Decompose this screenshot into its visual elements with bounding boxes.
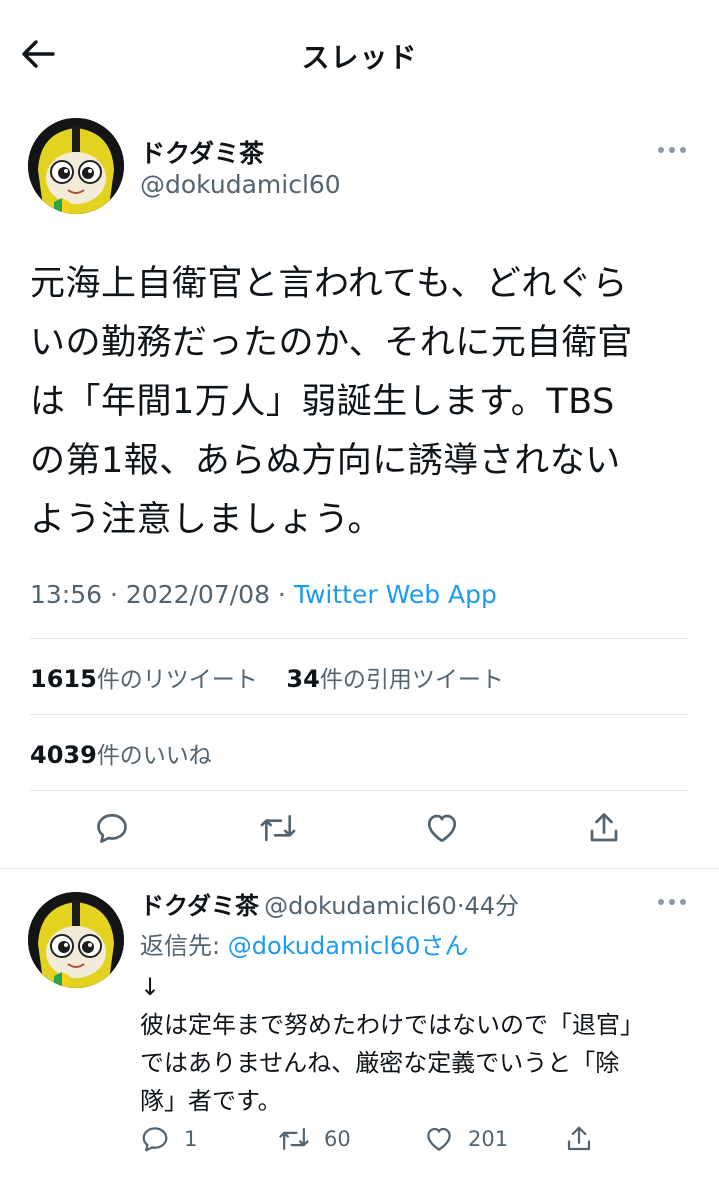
more-dots-icon [658,147,686,153]
retweet-button[interactable] [250,800,306,856]
reply-more-options-button[interactable] [652,890,692,914]
share-icon [567,1126,591,1151]
reply-to-line: 返信先: @dokudamicl60さん [140,932,469,960]
reply-header: ドクダミ茶 @dokudamicl60·44分 [140,892,520,920]
author-name[interactable]: ドクダミ茶 [140,134,264,170]
tweet-text: 元海上自衛官と言われても、どれぐら いの勤務だったのか、それに元自衛官 は「年間… [30,264,633,540]
reply-share-button[interactable] [564,1124,594,1154]
divider [30,714,688,715]
avatar-image [28,892,124,988]
more-dots-icon [658,899,686,905]
heart-icon [427,1127,451,1151]
tweet-source-link[interactable]: Twitter Web App [294,580,497,609]
reply-count: 1 [184,1127,198,1151]
reply-like-button[interactable]: 201 [424,1124,508,1154]
divider [30,790,688,791]
heart-icon [427,814,457,843]
reply-time[interactable]: 44分 [464,892,519,920]
author-handle[interactable]: @dokudamicl60 [140,170,341,199]
retweet-icon [279,1128,309,1150]
comment-icon [97,813,127,843]
quotes-stat[interactable]: 34件の引用ツイート [286,665,503,693]
comment-icon [142,1127,168,1152]
like-button[interactable] [414,800,470,856]
share-icon [590,813,618,842]
reply-text: ↓ 彼は定年まで努めたわけではないので「退官」 ではありませんね、厳密な定義でい… [140,973,644,1115]
reply-author-handle[interactable]: @dokudamicl60 [264,892,457,920]
retweets-stat[interactable]: 1615件のリツイート [30,665,258,693]
reply-author-name[interactable]: ドクダミ茶 [140,892,259,920]
likes-stat[interactable]: 4039件のいいね [30,736,212,770]
avatar[interactable] [28,118,124,214]
stats-row: 1615件のリツイート 34件の引用ツイート [30,660,504,694]
retweet-count: 60 [324,1127,351,1151]
tweet-time: 13:56 [30,580,103,609]
reply-avatar[interactable] [28,892,124,988]
reply-button[interactable] [84,800,140,856]
share-button[interactable] [576,800,632,856]
more-options-button[interactable] [652,138,692,162]
divider [0,868,719,869]
reply-reply-button[interactable]: 1 [140,1124,197,1154]
page-title: スレッド [301,41,418,74]
tweet-meta: 13:56 · 2022/07/08 · Twitter Web App [30,580,497,609]
tweet-date[interactable]: 2022/07/08 [126,580,270,609]
reply-retweet-button[interactable]: 60 [278,1124,351,1154]
like-count: 201 [468,1127,509,1151]
avatar-image [28,118,124,214]
divider [30,638,688,639]
retweet-icon [260,814,296,842]
reply-to-handle-link[interactable]: @dokudamicl60 [228,932,421,960]
